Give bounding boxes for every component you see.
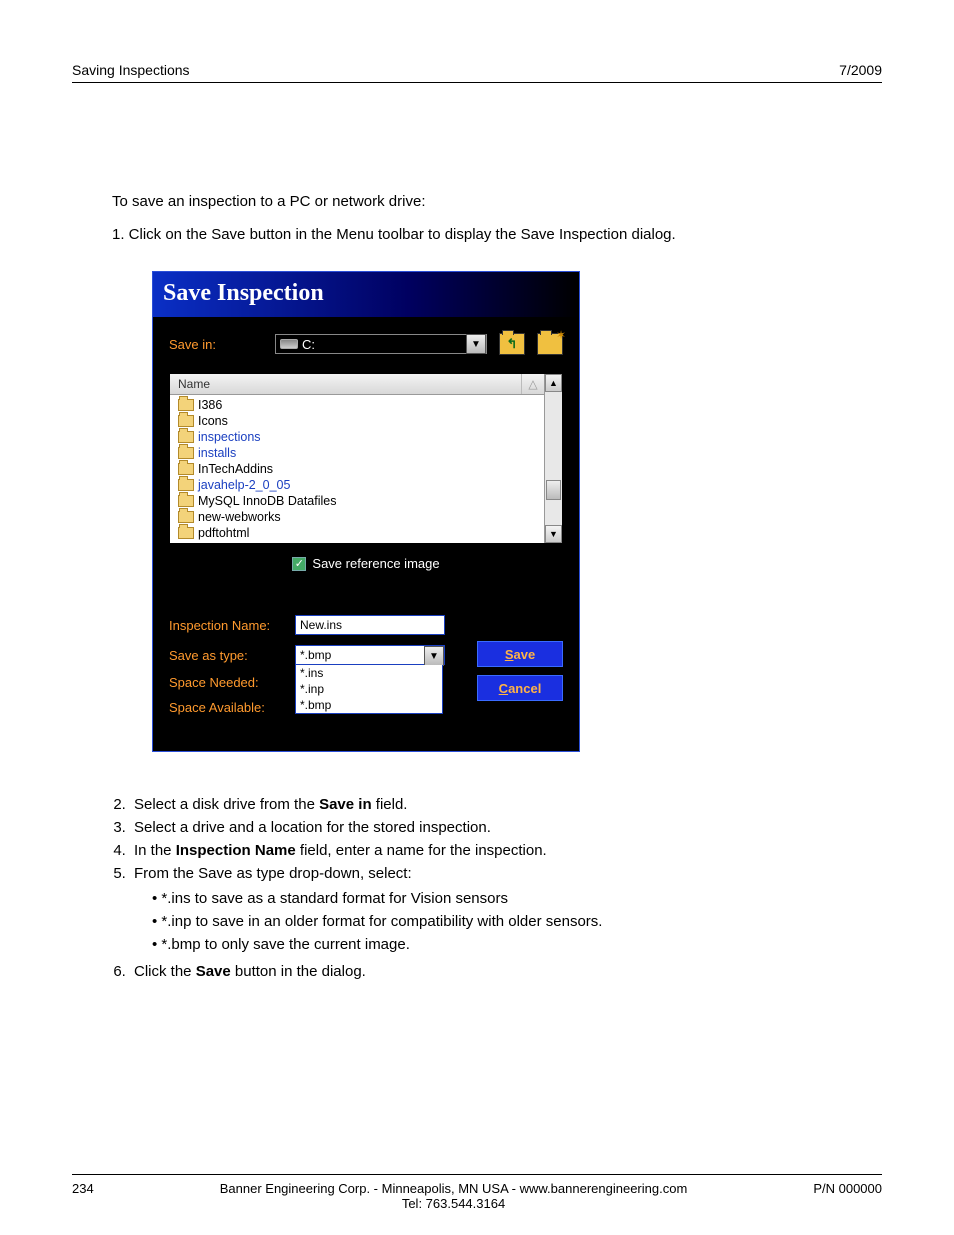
save-in-label: Save in: xyxy=(169,337,269,352)
folder-row[interactable]: inspections xyxy=(172,429,544,445)
type-option[interactable]: *.ins xyxy=(296,665,442,681)
folder-row[interactable]: installs xyxy=(172,445,544,461)
instruction-list: Select a disk drive from the Save in fie… xyxy=(130,796,882,980)
step-5-item: *.bmp to only save the current image. xyxy=(152,936,882,953)
step-5-item: *.ins to save as a standard format for V… xyxy=(152,890,882,907)
page-footer: 234 Banner Engineering Corp. - Minneapol… xyxy=(72,1174,882,1211)
folder-icon xyxy=(178,399,194,411)
intro-text: To save an inspection to a PC or network… xyxy=(112,193,882,210)
folder-row[interactable]: Icons xyxy=(172,413,544,429)
new-folder-button[interactable] xyxy=(537,333,563,355)
save-in-row: Save in: C: ▼ ↰ xyxy=(169,333,563,355)
file-browser: Name △ I386 Icons inspections installs I… xyxy=(169,373,563,544)
type-option[interactable]: *.inp xyxy=(296,681,442,697)
scroll-thumb[interactable] xyxy=(546,480,561,500)
scroll-track[interactable] xyxy=(545,392,562,525)
scroll-up-button[interactable]: ▲ xyxy=(545,374,562,392)
step-6: Click the Save button in the dialog. xyxy=(130,963,882,980)
step-1-text: 1. Click on the Save button in the Menu … xyxy=(112,226,882,243)
step-2: Select a disk drive from the Save in fie… xyxy=(130,796,882,813)
file-list[interactable]: Name △ I386 Icons inspections installs I… xyxy=(170,374,544,543)
folder-row[interactable]: InTechAddins xyxy=(172,461,544,477)
step-3: Select a drive and a location for the st… xyxy=(130,819,882,836)
folder-icon xyxy=(178,511,194,523)
save-reference-label: Save reference image xyxy=(312,556,439,571)
step-4: In the Inspection Name field, enter a na… xyxy=(130,842,882,859)
space-available-label: Space Available: xyxy=(169,700,289,715)
save-as-type-popup[interactable]: *.ins *.inp *.bmp xyxy=(295,665,443,714)
step-5: From the Save as type drop-down, select:… xyxy=(130,865,882,953)
folder-row[interactable]: MySQL InnoDB Datafiles xyxy=(172,493,544,509)
dialog-title: Save Inspection xyxy=(153,272,579,317)
footer-part-number: P/N 000000 xyxy=(813,1181,882,1196)
folder-icon xyxy=(178,527,194,539)
inspection-name-label: Inspection Name: xyxy=(169,618,289,633)
save-in-value: C: xyxy=(302,337,466,352)
document-page: Saving Inspections 7/2009 To save an ins… xyxy=(0,0,954,1235)
folder-row[interactable]: I386 xyxy=(172,397,544,413)
folder-up-icon: ↰ xyxy=(507,336,518,352)
drive-icon xyxy=(280,339,298,349)
step-5-item: *.inp to save in an older format for com… xyxy=(152,913,882,930)
save-in-dropdown-button[interactable]: ▼ xyxy=(466,334,486,354)
file-scrollbar[interactable]: ▲ ▼ xyxy=(544,374,562,543)
save-as-type-dropdown[interactable]: *.bmp ▼ xyxy=(295,645,445,665)
column-name-header[interactable]: Name xyxy=(170,374,522,394)
sort-indicator-icon[interactable]: △ xyxy=(522,374,544,394)
save-reference-row: ✓ Save reference image xyxy=(169,556,563,571)
footer-page-number: 234 xyxy=(72,1181,94,1196)
save-as-type-label: Save as type: xyxy=(169,648,289,663)
header-section-title: Saving Inspections xyxy=(72,62,190,78)
cancel-button[interactable]: Cancel xyxy=(477,675,563,701)
footer-company-line: Banner Engineering Corp. - Minneapolis, … xyxy=(94,1181,814,1196)
file-rows: I386 Icons inspections installs InTechAd… xyxy=(170,395,544,543)
folder-icon xyxy=(178,431,194,443)
folder-icon xyxy=(178,495,194,507)
save-in-dropdown[interactable]: C: ▼ xyxy=(275,334,487,354)
folder-up-button[interactable]: ↰ xyxy=(499,333,525,355)
space-needed-label: Space Needed: xyxy=(169,675,289,690)
scroll-down-button[interactable]: ▼ xyxy=(545,525,562,543)
save-as-type-value: *.bmp xyxy=(296,646,424,664)
folder-icon xyxy=(178,447,194,459)
dialog-body: Save in: C: ▼ ↰ Name △ I386 I xyxy=(153,317,579,751)
type-option[interactable]: *.bmp xyxy=(296,697,442,713)
footer-center: Banner Engineering Corp. - Minneapolis, … xyxy=(94,1181,814,1211)
dialog-buttons: Save Cancel xyxy=(477,641,563,701)
page-header: Saving Inspections 7/2009 xyxy=(72,62,882,83)
folder-row[interactable]: pdftohtml xyxy=(172,525,544,541)
folder-icon xyxy=(178,463,194,475)
folder-icon xyxy=(178,415,194,427)
save-button[interactable]: Save xyxy=(477,641,563,667)
header-date: 7/2009 xyxy=(839,62,882,78)
file-list-header[interactable]: Name △ xyxy=(170,374,544,395)
save-reference-checkbox[interactable]: ✓ xyxy=(292,557,306,571)
inspection-name-input[interactable] xyxy=(295,615,445,635)
save-inspection-dialog: Save Inspection Save in: C: ▼ ↰ Name △ xyxy=(152,271,580,752)
folder-icon xyxy=(178,479,194,491)
dialog-lower-area: Inspection Name: Save as type: *.bmp ▼ *… xyxy=(169,615,563,715)
save-as-type-button[interactable]: ▼ xyxy=(424,646,444,666)
folder-row[interactable]: javahelp-2_0_05 xyxy=(172,477,544,493)
footer-tel-line: Tel: 763.544.3164 xyxy=(94,1196,814,1211)
folder-row[interactable]: new-webworks xyxy=(172,509,544,525)
step-5-sublist: *.ins to save as a standard format for V… xyxy=(152,890,882,953)
